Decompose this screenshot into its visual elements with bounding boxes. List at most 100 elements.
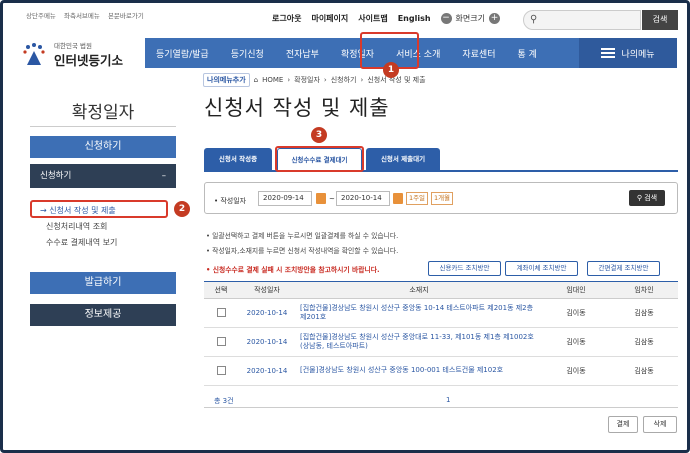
note-payment-failure: • 신청수수료 결제 실패 시 조치방안을 참고하시기 바랍니다. — [206, 266, 380, 274]
filter-search-label: 검색 — [644, 194, 658, 202]
logo[interactable]: 대한민국 법원 인터넷등기소 — [18, 40, 123, 69]
breadcrumb-level1[interactable]: 확정일자 — [294, 75, 320, 85]
note-view-history: • 작성일자,소재지를 누르면 신청서 작성내역을 확인할 수 있습니다. — [206, 247, 399, 255]
page-number[interactable]: 1 — [446, 396, 450, 404]
callout-badge-2: 2 — [174, 201, 190, 217]
sitemap-link[interactable]: 사이트맵 — [358, 13, 387, 24]
date-from-input[interactable]: 2020-09-14 — [258, 191, 312, 206]
top-links: 로그아웃 마이페이지 사이트맵 English − 화면크기 + — [272, 13, 500, 24]
logo-title: 인터넷등기소 — [54, 53, 124, 68]
skip-main-menu[interactable]: 상단주메뉴 — [26, 12, 56, 20]
row-date-link[interactable]: 2020-10-14 — [238, 356, 296, 386]
pay-button[interactable]: 결제 — [608, 416, 638, 433]
highlight-box-sidebar — [30, 200, 168, 218]
sidebar-item-fee-history[interactable]: 수수료 결제내역 보기 — [46, 237, 117, 248]
col-lessor: 임대인 — [542, 281, 610, 299]
breadcrumb-current: 신청서 작성 및 제출 — [367, 76, 426, 84]
court-emblem-icon — [18, 41, 54, 69]
row-location-link[interactable]: [집합건물]경상남도 창원시 성산구 중앙동 10-14 테스트아파트 제201… — [296, 298, 542, 328]
table-row: 2020-10-14 [집합건물]경상남도 창원시 성산구 중앙대로 11-33… — [204, 327, 678, 357]
tab-writing[interactable]: 신청서 작성중 — [204, 148, 272, 170]
sidebar-item-process-history[interactable]: 신청처리내역 조회 — [46, 221, 107, 232]
my-menu-button[interactable]: 나의메뉴 — [579, 38, 677, 68]
callout-badge-1: 1 — [383, 62, 399, 78]
row-date-link[interactable]: 2020-10-14 — [238, 298, 296, 328]
row-lessee: 김삼동 — [610, 327, 678, 357]
zoom-label: 화면크기 — [455, 14, 485, 23]
date-range-tilde: ~ — [329, 195, 335, 203]
sidebar-submenu-header[interactable]: 신청하기 – — [30, 164, 176, 188]
application-table: 선택 작성일자 소재지 임대인 임차인 2020-10-14 [집합건물]경상남… — [204, 281, 678, 386]
delete-button[interactable]: 삭제 — [643, 416, 677, 433]
row-lessor: 김이동 — [542, 327, 610, 357]
nav-registry-view[interactable]: 등기열람/발급 — [145, 47, 220, 60]
mypage-link[interactable]: 마이페이지 — [311, 13, 348, 24]
bank-transfer-guide-button[interactable]: 계좌이체 조치방안 — [505, 261, 578, 276]
skip-sub-menu[interactable]: 좌측서브메뉴 — [64, 12, 100, 20]
skip-content[interactable]: 본문바로가기 — [108, 12, 144, 20]
date-label-text: 작성일자 — [220, 197, 247, 205]
home-icon[interactable]: ⌂ — [254, 76, 258, 84]
breadcrumb-home[interactable]: HOME — [262, 76, 283, 84]
note-text: 작성일자,소재지를 누르면 신청서 작성내역을 확인할 수 있습니다. — [212, 247, 399, 255]
zoom-control: − 화면크기 + — [440, 13, 500, 24]
credit-card-guide-button[interactable]: 신용카드 조치방안 — [428, 261, 501, 276]
table-row: 2020-10-14 [건물]경상남도 창원시 성산구 중앙동 100-001 … — [204, 356, 678, 386]
table-footer — [204, 394, 678, 408]
collapse-icon: – — [161, 171, 166, 181]
row-location-link[interactable]: [집합건물]경상남도 창원시 성산구 중앙대로 11-33, 제101동 제1층… — [296, 327, 542, 357]
table-row: 2020-10-14 [집합건물]경상남도 창원시 성산구 중앙동 10-14 … — [204, 298, 678, 328]
calendar-icon-from[interactable] — [316, 193, 326, 204]
row-lessee: 김삼동 — [610, 298, 678, 328]
zoom-out-icon[interactable]: − — [440, 13, 452, 24]
sidebar-submenu-label: 신청하기 — [40, 171, 72, 181]
search-icon: ⚲ — [530, 14, 538, 25]
highlight-box-tab — [275, 146, 364, 172]
add-my-menu-button[interactable]: 나의메뉴추가 — [203, 73, 250, 87]
note-text: 신청수수료 결제 실패 시 조치방안을 참고하시기 바랍니다. — [212, 266, 380, 274]
date-filter-label: • 작성일자 — [214, 197, 247, 205]
total-count: 총 3건 — [214, 397, 234, 405]
sidebar-apply-button[interactable]: 신청하기 — [30, 136, 176, 158]
one-month-button[interactable]: 1개월 — [431, 192, 453, 205]
logo-subtitle: 대한민국 법원 — [54, 42, 92, 50]
nav-e-payment[interactable]: 전자납부 — [275, 47, 330, 60]
sidebar-divider — [30, 126, 176, 127]
row-lessee: 김삼동 — [610, 356, 678, 386]
sidebar-info-button[interactable]: 정보제공 — [30, 304, 176, 326]
sidebar-title: 확정일자 — [71, 103, 135, 123]
logout-link[interactable]: 로그아웃 — [272, 13, 301, 24]
zoom-in-icon[interactable]: + — [489, 13, 500, 24]
sidebar-issue-button[interactable]: 발급하기 — [30, 272, 176, 294]
easy-pay-guide-button[interactable]: 간편결제 조치방안 — [587, 261, 660, 276]
row-date-link[interactable]: 2020-10-14 — [238, 327, 296, 357]
filter-search-button[interactable]: ⚲ 검색 — [629, 190, 665, 206]
search-button[interactable]: 검색 — [642, 10, 678, 30]
note-text: 일괄선택하고 결제 버튼을 누르시면 일괄결제를 하실 수 있습니다. — [212, 232, 399, 240]
row-checkbox[interactable] — [216, 336, 226, 346]
breadcrumb-level2[interactable]: 신청하기 — [331, 75, 357, 85]
calendar-icon-to[interactable] — [393, 193, 403, 204]
nav-statistics[interactable]: 통 계 — [506, 47, 547, 60]
col-lessee: 임차인 — [610, 281, 678, 299]
one-week-button[interactable]: 1주일 — [406, 192, 428, 205]
utility-links: 상단주메뉴 좌측서브메뉴 본문바로가기 — [26, 10, 150, 20]
date-to-input[interactable]: 2020-10-14 — [336, 191, 390, 206]
row-checkbox[interactable] — [216, 307, 226, 317]
col-location: 소재지 — [296, 281, 542, 299]
nav-data-center[interactable]: 자료센터 — [451, 47, 506, 60]
english-link[interactable]: English — [398, 14, 431, 23]
note-bulk-pay: • 일괄선택하고 결제 버튼을 누르시면 일괄결제를 하실 수 있습니다. — [206, 232, 399, 240]
row-location-link[interactable]: [건물]경상남도 창원시 성산구 중앙동 100-001 테스트건물 제102호 — [296, 356, 542, 386]
col-select: 선택 — [204, 281, 238, 299]
search-input[interactable]: ⚲ — [523, 10, 641, 30]
hamburger-icon — [601, 48, 616, 58]
col-date: 작성일자 — [238, 281, 296, 299]
table-header-row: 선택 작성일자 소재지 임대인 임차인 — [204, 281, 678, 299]
nav-registry-apply[interactable]: 등기신청 — [220, 47, 275, 60]
row-lessor: 김이동 — [542, 356, 610, 386]
tab-submit-pending[interactable]: 신청서 제출대기 — [366, 148, 440, 170]
row-lessor: 김이동 — [542, 298, 610, 328]
row-checkbox[interactable] — [216, 365, 226, 375]
callout-badge-3: 3 — [311, 127, 327, 143]
